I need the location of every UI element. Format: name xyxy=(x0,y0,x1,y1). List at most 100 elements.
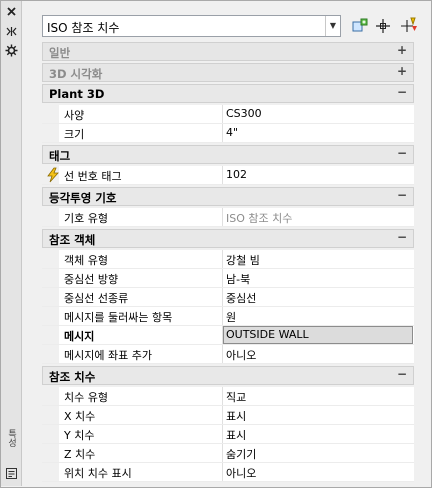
category-header[interactable]: 3D 시각화 + xyxy=(42,63,414,82)
expand-icon[interactable]: + xyxy=(397,64,407,78)
row-gutter xyxy=(42,307,59,325)
property-value[interactable]: CS300 xyxy=(226,107,262,120)
column-divider xyxy=(222,166,223,184)
close-icon[interactable] xyxy=(5,5,18,18)
property-value[interactable]: 표시 xyxy=(226,408,246,424)
property-row[interactable]: 중심선 방향 남-북 xyxy=(42,269,414,288)
category-header[interactable]: Plant 3D − xyxy=(42,84,414,103)
property-value[interactable]: 102 xyxy=(226,168,247,181)
category-title: 일반 xyxy=(49,46,71,60)
property-name: 객체 유형 xyxy=(64,254,108,267)
category-rows: 선 번호 태그 102 xyxy=(42,166,414,185)
column-divider xyxy=(222,463,223,481)
category-title: 참조 객체 xyxy=(49,233,96,247)
collapse-icon[interactable]: − xyxy=(397,188,407,202)
category-title: 등각투영 기호 xyxy=(49,191,117,205)
category-title: 3D 시각화 xyxy=(49,67,103,81)
property-row[interactable]: 메시지에 좌표 추가 아니오 xyxy=(42,345,414,364)
column-divider xyxy=(222,406,223,424)
property-value[interactable]: 남-북 xyxy=(226,271,250,287)
property-row[interactable]: X 치수 표시 xyxy=(42,406,414,425)
row-gutter xyxy=(42,387,59,405)
category-header[interactable]: 참조 객체 − xyxy=(42,229,414,248)
property-value[interactable]: 숨기기 xyxy=(226,446,256,462)
palette-properties-icon[interactable] xyxy=(5,467,18,480)
row-gutter xyxy=(42,326,59,344)
property-name: 중심선 선종류 xyxy=(64,292,129,305)
property-row[interactable]: 위치 치수 표시 아니오 xyxy=(42,463,414,482)
category-header[interactable]: 등각투영 기호 − xyxy=(42,187,414,206)
property-value[interactable]: 아니오 xyxy=(226,347,256,363)
property-row[interactable]: Y 치수 표시 xyxy=(42,425,414,444)
property-name: 기호 유형 xyxy=(64,212,108,225)
toggle-pickadd-icon[interactable] xyxy=(400,17,418,35)
row-gutter xyxy=(42,250,59,268)
pick-add-icon[interactable] xyxy=(374,17,392,35)
column-divider xyxy=(222,288,223,306)
property-value[interactable]: 아니오 xyxy=(226,465,256,481)
autohide-icon[interactable] xyxy=(5,25,18,38)
property-row[interactable]: 사양 CS300 xyxy=(42,105,414,124)
chevron-down-icon[interactable]: ▼ xyxy=(325,16,340,36)
collapse-icon[interactable]: − xyxy=(397,230,407,244)
property-name: 중심선 방향 xyxy=(64,273,119,286)
property-name: 선 번호 태그 xyxy=(64,170,122,183)
column-divider xyxy=(222,307,223,325)
property-value[interactable]: 중심선 xyxy=(226,290,256,306)
row-gutter xyxy=(42,463,59,481)
collapse-icon[interactable]: − xyxy=(397,146,407,160)
property-row[interactable]: 메시지 OUTSIDE WALL xyxy=(42,326,414,345)
column-divider xyxy=(222,124,223,142)
category-header[interactable]: 참조 치수 − xyxy=(42,366,414,385)
column-divider xyxy=(222,105,223,123)
row-gutter xyxy=(42,425,59,443)
column-divider xyxy=(222,269,223,287)
property-row[interactable]: 크기 4" xyxy=(42,124,414,143)
column-divider xyxy=(222,425,223,443)
property-name: 메시지를 둘러싸는 항목 xyxy=(64,311,173,324)
palette-title-bar[interactable]: 특성 xyxy=(1,1,22,486)
category-header[interactable]: 태그 − xyxy=(42,145,414,164)
column-divider xyxy=(222,208,223,226)
property-value[interactable]: 원 xyxy=(226,309,236,325)
quick-select-icon[interactable] xyxy=(351,17,369,35)
property-name: X 치수 xyxy=(64,410,96,423)
property-name: 크기 xyxy=(64,128,85,141)
property-name: 사양 xyxy=(64,109,85,122)
property-value[interactable]: 표시 xyxy=(226,427,246,443)
category-header[interactable]: 일반 + xyxy=(42,42,414,61)
category-rows: 치수 유형 직교 X 치수 표시 Y 치수 표시 Z 치수 숨기기 위치 치수 표시 아니오 xyxy=(42,387,414,482)
row-gutter xyxy=(42,345,59,363)
property-row[interactable]: 중심선 선종류 중심선 xyxy=(42,288,414,307)
property-value[interactable]: 직교 xyxy=(226,389,246,405)
property-row[interactable]: Z 치수 숨기기 xyxy=(42,444,414,463)
column-divider xyxy=(222,444,223,462)
collapse-icon[interactable]: − xyxy=(397,85,407,99)
property-row[interactable]: 메시지를 둘러싸는 항목 원 xyxy=(42,307,414,326)
palette-title: 특성 xyxy=(6,429,16,447)
object-type-value: ISO 참조 치수 xyxy=(47,21,120,35)
property-row[interactable]: 치수 유형 직교 xyxy=(42,387,414,406)
property-value[interactable]: 강철 빔 xyxy=(226,252,260,268)
settings-icon[interactable] xyxy=(5,44,18,57)
object-selector-bar: ISO 참조 치수 ▼ xyxy=(42,15,423,41)
category-title: 참조 치수 xyxy=(49,370,96,384)
category-title: 태그 xyxy=(49,149,71,163)
property-name: 메시지 xyxy=(64,330,95,343)
collapse-icon[interactable]: − xyxy=(397,367,407,381)
property-value[interactable]: ISO 참조 치수 xyxy=(226,210,292,226)
property-value[interactable]: OUTSIDE WALL xyxy=(226,328,309,341)
row-gutter xyxy=(42,406,59,424)
property-row[interactable]: 객체 유형 강철 빔 xyxy=(42,250,414,269)
expand-icon[interactable]: + xyxy=(397,43,407,57)
bolt-icon xyxy=(45,167,61,183)
object-type-dropdown[interactable]: ISO 참조 치수 ▼ xyxy=(42,15,341,37)
row-gutter xyxy=(42,208,59,226)
column-divider xyxy=(222,345,223,363)
property-value[interactable]: 4" xyxy=(226,126,238,139)
properties-grid: 일반 +3D 시각화 + Plant 3D − 사양 CS300 크기 4" 태그 − 선 번호 태그… xyxy=(42,42,414,484)
property-row[interactable]: 기호 유형 ISO 참조 치수 xyxy=(42,208,414,227)
property-name: 위치 치수 표시 xyxy=(64,467,132,480)
column-divider xyxy=(222,387,223,405)
property-row[interactable]: 선 번호 태그 102 xyxy=(42,166,414,185)
